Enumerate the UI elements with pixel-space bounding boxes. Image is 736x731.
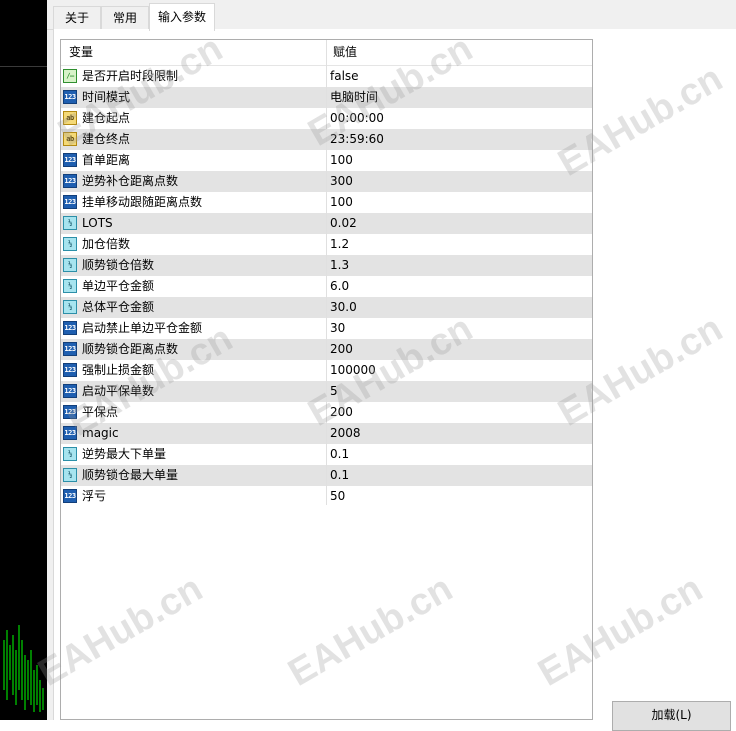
parameter-value[interactable]: 5	[330, 381, 338, 402]
parameter-name: 启动禁止单边平仓金额	[82, 321, 203, 335]
double-icon: ½	[63, 237, 77, 251]
tab-bar: 关于 常用 输入参数	[47, 0, 736, 31]
parameter-name: 顺势锁仓倍数	[82, 258, 155, 272]
int-icon: 123	[63, 321, 77, 335]
parameter-name: 时间模式	[82, 90, 131, 104]
int-icon: 123	[63, 489, 77, 503]
int-icon: 123	[63, 405, 77, 419]
parameter-value[interactable]: 23:59:60	[330, 129, 384, 150]
parameter-value[interactable]: 200	[330, 339, 353, 360]
parameter-name: 顺势锁仓距离点数	[82, 342, 179, 356]
int-icon: 123	[63, 426, 77, 440]
parameter-name: 强制止损金额	[82, 363, 155, 377]
int-icon: 123	[63, 342, 77, 356]
int-icon: 123	[63, 153, 77, 167]
ea-properties-dialog: 关于 常用 输入参数 变量 赋值 ∕– 是否开启时段限制 false 123 时间模式 电…	[47, 0, 736, 731]
parameter-value[interactable]: 300	[330, 171, 353, 192]
parameter-name: 启动平保单数	[82, 384, 155, 398]
parameter-name: 首单距离	[82, 153, 131, 167]
parameter-name: 建仓起点	[82, 111, 131, 125]
parameter-value[interactable]: 1.3	[330, 255, 349, 276]
load-button[interactable]: 加载(L)	[612, 701, 731, 731]
column-header-value[interactable]: 赋值	[333, 40, 357, 65]
parameter-name: LOTS	[82, 216, 113, 230]
parameter-value[interactable]: 0.1	[330, 465, 349, 486]
parameter-value[interactable]: 30.0	[330, 297, 357, 318]
int-icon: 123	[63, 90, 77, 104]
parameter-name: 是否开启时段限制	[82, 69, 179, 83]
parameter-name: 顺势锁仓最大单量	[82, 468, 179, 482]
bool-icon: ∕–	[63, 69, 77, 83]
int-icon: 123	[63, 363, 77, 377]
parameter-value[interactable]: 0.1	[330, 444, 349, 465]
int-icon: 123	[63, 195, 77, 209]
double-icon: ½	[63, 468, 77, 482]
parameter-value[interactable]: 200	[330, 402, 353, 423]
string-icon: ab	[63, 111, 77, 125]
parameter-value[interactable]: 00:00:00	[330, 108, 384, 129]
int-icon: 123	[63, 384, 77, 398]
parameter-value[interactable]: 100000	[330, 360, 376, 381]
parameter-value[interactable]: 50	[330, 486, 345, 507]
parameter-name: 平保点	[82, 405, 119, 419]
parameter-name: 逆势最大下单量	[82, 447, 167, 461]
chart-background-strip	[0, 0, 47, 720]
column-divider	[326, 40, 327, 505]
parameter-name: 总体平仓金额	[82, 300, 155, 314]
parameter-name: 浮亏	[82, 489, 107, 503]
parameter-value[interactable]: 30	[330, 318, 345, 339]
parameter-value[interactable]: 2008	[330, 423, 361, 444]
int-icon: 123	[63, 174, 77, 188]
parameters-grid: 变量 赋值 ∕– 是否开启时段限制 false 123 时间模式 电脑时间 ab 建仓起点 00…	[60, 39, 593, 720]
double-icon: ½	[63, 216, 77, 230]
parameter-name: 建仓终点	[82, 132, 131, 146]
parameter-name: 逆势补仓距离点数	[82, 174, 179, 188]
double-icon: ½	[63, 300, 77, 314]
string-icon: ab	[63, 132, 77, 146]
parameter-value[interactable]: 电脑时间	[330, 87, 378, 108]
parameter-name: 加仓倍数	[82, 237, 131, 251]
tab-inputs[interactable]: 输入参数	[149, 3, 215, 31]
double-icon: ½	[63, 447, 77, 461]
tab-about[interactable]: 关于	[53, 6, 101, 29]
parameter-name: 单边平仓金额	[82, 279, 155, 293]
parameter-value[interactable]: 6.0	[330, 276, 349, 297]
parameter-name: 挂单移动跟随距离点数	[82, 195, 203, 209]
chart-candles	[3, 625, 44, 712]
double-icon: ½	[63, 258, 77, 272]
parameter-value[interactable]: 0.02	[330, 213, 357, 234]
column-header-variable[interactable]: 变量	[69, 40, 93, 65]
parameter-name: magic	[82, 426, 119, 440]
parameter-value[interactable]: false	[330, 66, 359, 87]
tab-common[interactable]: 常用	[101, 6, 149, 29]
parameter-value[interactable]: 1.2	[330, 234, 349, 255]
double-icon: ½	[63, 279, 77, 293]
parameter-value[interactable]: 100	[330, 150, 353, 171]
parameter-value[interactable]: 100	[330, 192, 353, 213]
